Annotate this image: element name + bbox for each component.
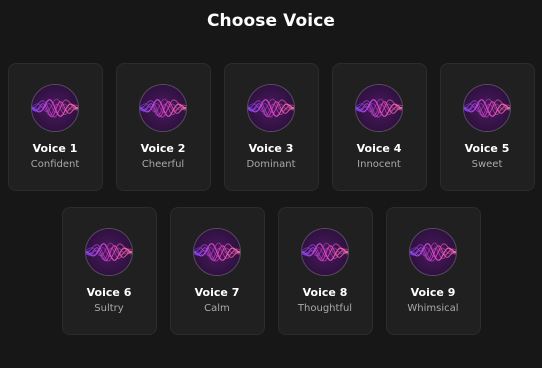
- voice-card-6[interactable]: Voice 6 Sultry: [61, 207, 157, 335]
- voice-description: Cheerful: [141, 159, 185, 170]
- voice-card-8[interactable]: Voice 8 Thoughtful: [277, 207, 373, 335]
- voice-card-1[interactable]: Voice 1 Confident: [7, 63, 103, 191]
- waveform-icon: [31, 84, 79, 132]
- voice-description: Sultry: [94, 303, 124, 314]
- voice-card-3[interactable]: Voice 3 Dominant: [223, 63, 319, 191]
- voice-card-5[interactable]: Voice 5 Sweet: [439, 63, 535, 191]
- voice-description: Sweet: [471, 159, 503, 170]
- voice-description: Whimsical: [407, 303, 459, 314]
- voice-card-4[interactable]: Voice 4 Innocent: [331, 63, 427, 191]
- waveform-icon: [247, 84, 295, 132]
- voice-name: Voice 1: [32, 142, 78, 155]
- waveform-icon: [409, 228, 457, 276]
- voice-name: Voice 5: [464, 142, 510, 155]
- waveform-icon: [85, 228, 133, 276]
- voice-row-1: Voice 1 Confident Voice 2 Cheerful Voice…: [0, 63, 542, 191]
- waveform-icon: [355, 84, 403, 132]
- waveform-icon: [139, 84, 187, 132]
- voice-name: Voice 7: [194, 286, 240, 299]
- voice-description: Innocent: [357, 159, 401, 170]
- voice-name: Voice 6: [86, 286, 132, 299]
- voice-name: Voice 2: [140, 142, 186, 155]
- choose-voice-panel: Choose Voice Voice 1 Confident Voice 2 C…: [0, 0, 542, 368]
- voice-name: Voice 4: [356, 142, 402, 155]
- waveform-icon: [463, 84, 511, 132]
- voice-card-7[interactable]: Voice 7 Calm: [169, 207, 265, 335]
- voice-row-2: Voice 6 Sultry Voice 7 Calm Voice 8 Thou…: [0, 207, 542, 335]
- voice-description: Confident: [30, 159, 80, 170]
- voice-name: Voice 9: [410, 286, 456, 299]
- page-title: Choose Voice: [206, 11, 336, 31]
- voice-description: Calm: [204, 303, 230, 314]
- voice-card-9[interactable]: Voice 9 Whimsical: [385, 207, 481, 335]
- voice-name: Voice 8: [302, 286, 348, 299]
- voice-name: Voice 3: [248, 142, 294, 155]
- waveform-icon: [301, 228, 349, 276]
- voice-description: Dominant: [246, 159, 296, 170]
- voice-card-2[interactable]: Voice 2 Cheerful: [115, 63, 211, 191]
- waveform-icon: [193, 228, 241, 276]
- voice-description: Thoughtful: [297, 303, 353, 314]
